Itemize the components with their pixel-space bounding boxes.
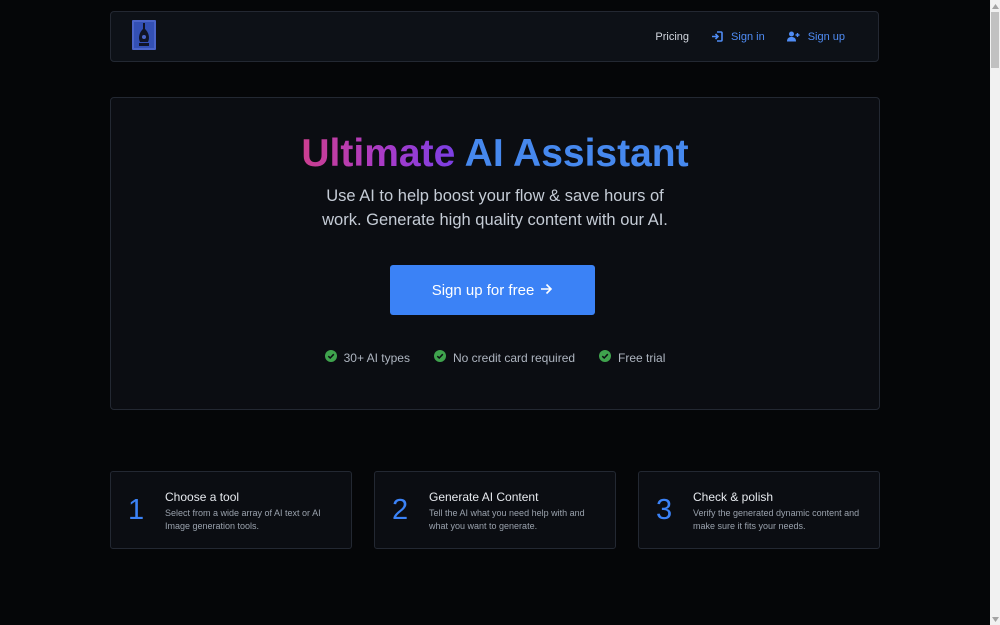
step-title: Choose a tool [165,490,240,504]
nav-signin-label: Sign in [731,30,765,43]
feature-item: Free trial [599,350,665,365]
feature-label: No credit card required [452,350,576,365]
step-number: 2 [392,494,409,526]
steps-section: 1 Choose a tool Select from a wide array… [110,471,880,549]
scroll-up-arrow-icon[interactable] [990,1,1000,11]
step-card: 1 Choose a tool Select from a wide array… [110,471,352,549]
step-description: Select from a wide array of AI text or A… [165,508,321,531]
scrollbar-thumb[interactable] [991,12,999,68]
step-description: Tell the AI what you need help with and … [429,508,585,531]
step-description: Verify the generated dynamic content and… [693,508,860,531]
hero-title: Ultimate AI Assistant [111,133,879,175]
step-title: Generate AI Content [429,490,539,504]
check-circle-icon [599,350,612,365]
check-circle-icon [433,350,446,365]
hero-title-ultimate: Ultimate [301,132,456,175]
feature-item: 30+ AI types [324,350,410,365]
vertical-scrollbar[interactable] [990,0,1000,625]
signup-free-label: Sign up for free [431,281,535,299]
page: Pricing Sign in Sign up Ultimate AI Assi… [0,0,1000,625]
check-circle-icon [324,350,337,365]
step-number: 1 [128,494,145,526]
hero-title-ai-assistant: AI Assistant [464,132,689,175]
feature-label: 30+ AI types [343,350,410,365]
step-card: 3 Check & polish Verify the generated dy… [638,471,880,549]
nav-signin-link[interactable]: Sign in [711,31,765,43]
step-card: 2 Generate AI Content Tell the AI what y… [374,471,616,549]
step-number: 3 [656,494,673,526]
hero-subtitle-wrap: Use AI to help boost your flow & save ho… [111,184,879,232]
nav-signup-link[interactable]: Sign up [786,30,845,43]
nav-links: Pricing Sign in Sign up [655,12,845,61]
feature-item: No credit card required [433,350,576,365]
pen-nib-logo-icon[interactable] [132,20,156,50]
nav-pricing-link[interactable]: Pricing [655,31,689,43]
top-navbar: Pricing Sign in Sign up [110,11,879,62]
scroll-down-arrow-icon[interactable] [990,614,1000,624]
hero-subtitle: Use AI to help boost your flow & save ho… [322,187,668,229]
sign-in-icon [711,31,723,42]
nav-signup-label: Sign up [807,30,845,43]
arrow-right-icon [540,282,553,299]
feature-label: Free trial [618,350,666,365]
user-plus-icon [786,31,800,42]
feature-list: 30+ AI types No credit card required Fre… [111,350,879,365]
signup-free-button[interactable]: Sign up for free [390,265,595,315]
step-title: Check & polish [693,490,774,504]
hero-panel: Ultimate AI Assistant Use AI to help boo… [110,97,880,410]
